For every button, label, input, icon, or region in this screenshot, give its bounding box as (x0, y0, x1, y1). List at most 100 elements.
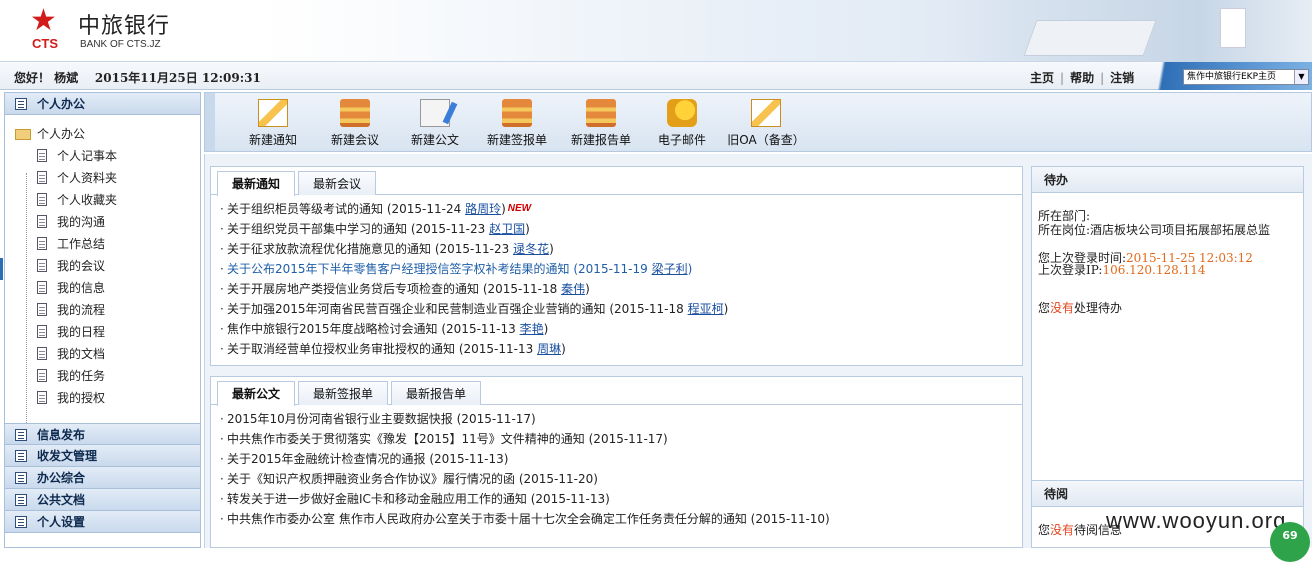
tree-item-profile-folder[interactable]: 个人资料夹 (29, 169, 117, 187)
notice-author-link[interactable]: 程亚柯 (688, 302, 724, 316)
nav-help-link[interactable]: 帮助 (1070, 71, 1094, 85)
tab-latest-reports[interactable]: 最新报告单 (391, 381, 482, 405)
notice-row[interactable]: 关于公布2015年下半年零售客户经理授信签字权补考结果的通知 (2015-11-… (211, 259, 1022, 279)
status-badge: 69 (1270, 522, 1310, 562)
new-notice-button[interactable]: 新建通知 (233, 97, 313, 151)
document-icon (37, 171, 47, 184)
post-info: 所在岗位:酒店板块公司项目拓展部拓展总监 (1038, 223, 1271, 237)
notice-row[interactable]: 关于开展房地产类授信业务贷后专项检查的通知 (2015-11-18 秦伟) (211, 279, 1022, 299)
notice-title: 焦作中旅银行2015年度战略检讨会通知 (2015-11-13 (227, 322, 520, 336)
notice-title: 关于加强2015年河南省民营百强企业和民营制造业百强企业营销的通知 (2015-… (227, 302, 688, 316)
document-icon (37, 259, 47, 272)
notice-row[interactable]: 关于组织党员干部集中学习的通知 (2015-11-23 赵卫国) (211, 219, 1022, 239)
tree-item-documents[interactable]: 我的文档 (29, 345, 105, 363)
tree-item-work-summary[interactable]: 工作总结 (29, 235, 105, 253)
tree-item-schedule[interactable]: 我的日程 (29, 323, 105, 341)
user-greeting: 您好！ 杨斌 2015年11月25日 12:09:31 (14, 71, 261, 85)
tab-latest-notices[interactable]: 最新通知 (217, 171, 296, 196)
document-row[interactable]: 关于《知识产权质押融资业务合作协议》履行情况的函 (2015-11-20) (211, 469, 1022, 489)
new-badge: NEW (507, 203, 532, 214)
sidebar-section-personal-office[interactable]: 个人办公 (5, 93, 200, 115)
notice-author-link[interactable]: 李艳 (520, 322, 544, 336)
document-panel: 最新公文 最新签报单 最新报告单 2015年10月份河南省银行业主要数据快报 (… (210, 376, 1023, 548)
document-row[interactable]: 转发关于进一步做好金融IC卡和移动金融应用工作的通知 (2015-11-13) (211, 489, 1022, 509)
nav-logout-link[interactable]: 注销 (1110, 71, 1134, 85)
list-icon (15, 98, 27, 110)
tree-item-meetings[interactable]: 我的会议 (29, 257, 105, 275)
tree-item-workflow[interactable]: 我的流程 (29, 301, 105, 319)
notice-panel: 最新通知 最新会议 关于组织柜员等级考试的通知 (2015-11-24 路周玲)… (210, 166, 1023, 366)
old-oa-button[interactable]: 旧OA（备查） (723, 97, 809, 151)
toread-title: 待阅 (1032, 481, 1303, 507)
collapse-handle[interactable] (0, 258, 3, 280)
new-meeting-button[interactable]: 新建会议 (315, 97, 395, 151)
document-row[interactable]: 中共焦作市委办公室 焦作市人民政府办公室关于市委十届十七次全会确定工作任务责任分… (211, 509, 1022, 529)
notice-title: 关于征求放款流程优化措施意见的通知 (2015-11-23 (227, 242, 514, 256)
document-row[interactable]: 2015年10月份河南省银行业主要数据快报 (2015-11-17) (211, 409, 1022, 429)
new-sign-report-button[interactable]: 新建签报单 (477, 97, 557, 151)
document-icon (37, 193, 47, 206)
list-icon (15, 516, 27, 528)
notice-row[interactable]: 关于征求放款流程优化措施意见的通知 (2015-11-23 逯冬花) (211, 239, 1022, 259)
user-bar: 您好！ 杨斌 2015年11月25日 12:09:31 主页 | 帮助 | 注销 (0, 62, 1312, 90)
document-row[interactable]: 关于2015年金融统计检查情况的通报 (2015-11-13) (211, 449, 1022, 469)
main-content: 最新通知 最新会议 关于组织柜员等级考试的通知 (2015-11-24 路周玲)… (204, 154, 1312, 548)
notice-title: 关于组织柜员等级考试的通知 (2015-11-24 (227, 202, 466, 216)
document-icon (37, 391, 47, 404)
email-button[interactable]: 电子邮件 (642, 97, 722, 151)
notice-author-link[interactable]: 梁子利 (652, 262, 688, 276)
sidebar-section-office-general[interactable]: 办公综合 (5, 467, 200, 489)
sidebar-section-public-docs[interactable]: 公共文档 (5, 489, 200, 511)
notice-row[interactable]: 关于组织柜员等级考试的通知 (2015-11-24 路周玲)NEW (211, 199, 1022, 219)
tree-item-authorization[interactable]: 我的授权 (29, 389, 105, 407)
notice-row[interactable]: 关于取消经营单位授权业务审批授权的通知 (2015-11-13 周琳) (211, 339, 1022, 359)
sidebar-section-info-publish[interactable]: 信息发布 (5, 423, 200, 445)
document-icon (37, 369, 47, 382)
notice-author-link[interactable]: 逯冬花 (513, 242, 549, 256)
notice-row[interactable]: 关于加强2015年河南省民营百强企业和民营制造业百强企业营销的通知 (2015-… (211, 299, 1022, 319)
tree-item-communication[interactable]: 我的沟通 (29, 213, 105, 231)
bank-name-en: BANK OF CTS.JZ (80, 39, 161, 50)
new-report-button[interactable]: 新建报告单 (559, 97, 643, 151)
email-icon (667, 99, 697, 127)
document-row[interactable]: 中共焦作市委关于贯彻落实《豫发【2015】11号》文件精神的通知 (2015-1… (211, 429, 1022, 449)
document-icon (37, 347, 47, 360)
todo-status: 您没有处理待办 (1038, 301, 1123, 315)
system-select[interactable]: 焦作中旅银行EKP主页 ▼ (1183, 69, 1309, 85)
top-banner: ★ CTS 中旅银行 BANK OF CTS.JZ (0, 0, 1312, 62)
tree-item-notebook[interactable]: 个人记事本 (29, 147, 117, 165)
list-icon (15, 494, 27, 506)
tree-item-favorites[interactable]: 个人收藏夹 (29, 191, 117, 209)
tab-latest-sign-reports[interactable]: 最新签报单 (298, 381, 389, 405)
notice-row[interactable]: 焦作中旅银行2015年度战略检讨会通知 (2015-11-13 李艳) (211, 319, 1022, 339)
new-sign-report-icon (502, 99, 532, 127)
nav-home-link[interactable]: 主页 (1030, 71, 1054, 85)
todo-panel: 待办 所在部门: 所在岗位:酒店板块公司项目拓展部拓展总监 您上次登录时间:20… (1031, 166, 1304, 496)
document-icon (37, 215, 47, 228)
new-report-icon (586, 99, 616, 127)
tab-latest-docs[interactable]: 最新公文 (217, 381, 296, 406)
tree-item-messages[interactable]: 我的信息 (29, 279, 105, 297)
bank-name-cn: 中旅银行 (78, 14, 171, 39)
logo-cts: CTS (32, 36, 58, 51)
sidebar-section-personal-settings[interactable]: 个人设置 (5, 511, 200, 533)
notice-author-link[interactable]: 赵卫国 (489, 222, 525, 236)
document-icon (37, 325, 47, 338)
sidebar-tree: 个人办公 个人记事本 个人资料夹 个人收藏夹 我的沟通 工作总结 我的会议 我的… (5, 115, 200, 431)
current-datetime: 2015年11月25日 12:09:31 (94, 71, 261, 85)
new-document-button[interactable]: 新建公文 (395, 97, 475, 151)
tree-item-tasks[interactable]: 我的任务 (29, 367, 105, 385)
notice-author-link[interactable]: 秦伟 (561, 282, 585, 296)
notice-author-link[interactable]: 周琳 (537, 342, 561, 356)
folder-icon (15, 129, 31, 140)
document-icon (37, 149, 47, 162)
sidebar-section-document-mgmt[interactable]: 收发文管理 (5, 445, 200, 467)
notice-title: 关于公布2015年下半年零售客户经理授信签字权补考结果的通知 (2015-11-… (227, 262, 652, 276)
notice-author-link[interactable]: 路周玲 (465, 202, 501, 216)
tab-latest-meetings[interactable]: 最新会议 (298, 171, 377, 195)
document-icon (37, 237, 47, 250)
document-list: 2015年10月份河南省银行业主要数据快报 (2015-11-17)中共焦作市委… (211, 405, 1022, 529)
last-login-ip: 上次登录IP:106.120.128.114 (1038, 263, 1206, 277)
tree-root-personal-office[interactable]: 个人办公 (15, 125, 85, 142)
notice-title: 关于组织党员干部集中学习的通知 (2015-11-23 (227, 222, 490, 236)
